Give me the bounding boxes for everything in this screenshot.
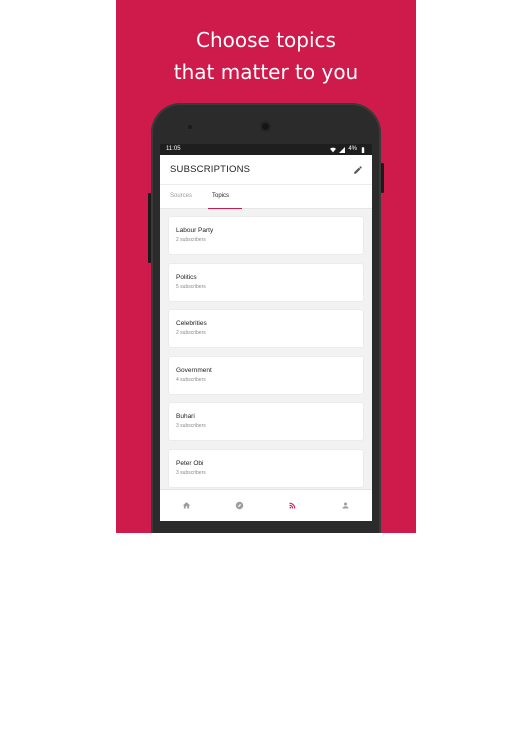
signal-icon	[339, 146, 346, 153]
topic-name: Peter Obi	[176, 459, 204, 467]
tab-bar: Sources Topics	[160, 184, 372, 209]
topic-subscribers: 4 subscribers	[176, 376, 206, 383]
tab-topics[interactable]: Topics	[208, 184, 243, 209]
status-time: 11:05	[166, 146, 181, 152]
phone-screen: 11:05 4% SUBSCRIPTIONS Sources Topics La…	[160, 144, 372, 521]
topic-card[interactable]: Politics 5 subscribers	[169, 263, 363, 301]
battery-level: 4%	[348, 146, 357, 152]
topic-card[interactable]: Celebrities 2 subscribers	[169, 310, 363, 347]
person-icon[interactable]	[341, 501, 350, 510]
topic-subscribers: 2 subscribers	[176, 237, 206, 243]
front-camera	[260, 121, 271, 132]
topic-name: Buhari	[176, 413, 195, 420]
topic-card[interactable]: Government 4 subscribers	[169, 356, 363, 394]
app-bar: SUBSCRIPTIONS	[160, 155, 372, 184]
home-icon[interactable]	[182, 501, 191, 510]
rss-feed-icon[interactable]	[288, 501, 297, 510]
promo-panel: Choose topics that matter to you 11:05 4…	[116, 0, 416, 533]
status-bar: 11:05 4%	[160, 144, 372, 155]
status-icons: 4%	[330, 144, 366, 155]
topic-name: Government	[176, 366, 212, 374]
topic-card[interactable]: Labour Party 2 subscribers	[169, 217, 363, 254]
headline-line-1: Choose topics	[196, 28, 336, 52]
phone-frame: 11:05 4% SUBSCRIPTIONS Sources Topics La…	[148, 103, 384, 533]
topic-subscribers: 5 subscribers	[176, 283, 206, 290]
page-title: SUBSCRIPTIONS	[170, 164, 251, 175]
topic-name: Celebrities	[176, 320, 207, 327]
promo-headline: Choose topics that matter to you	[116, 24, 416, 88]
battery-icon	[360, 146, 366, 153]
wifi-icon	[330, 147, 337, 153]
topic-subscribers: 3 subscribers	[176, 423, 206, 429]
topic-name: Labour Party	[176, 227, 214, 234]
topic-subscribers: 2 subscribers	[176, 330, 206, 336]
topic-subscribers: 3 subscribers	[176, 469, 206, 476]
topic-name: Politics	[176, 273, 197, 281]
topic-list: Labour Party 2 subscribers Politics 5 su…	[160, 209, 372, 487]
volume-button	[148, 193, 151, 263]
power-button	[381, 163, 384, 193]
pencil-icon[interactable]	[353, 165, 363, 175]
compass-icon[interactable]	[235, 501, 244, 510]
tab-sources[interactable]: Sources	[170, 184, 192, 209]
topic-card[interactable]: Peter Obi 3 subscribers	[169, 449, 363, 487]
bottom-nav	[160, 489, 372, 521]
topic-card[interactable]: Buhari 3 subscribers	[169, 403, 363, 440]
headline-line-2: that matter to you	[173, 60, 359, 84]
sensor-dot	[188, 125, 192, 129]
